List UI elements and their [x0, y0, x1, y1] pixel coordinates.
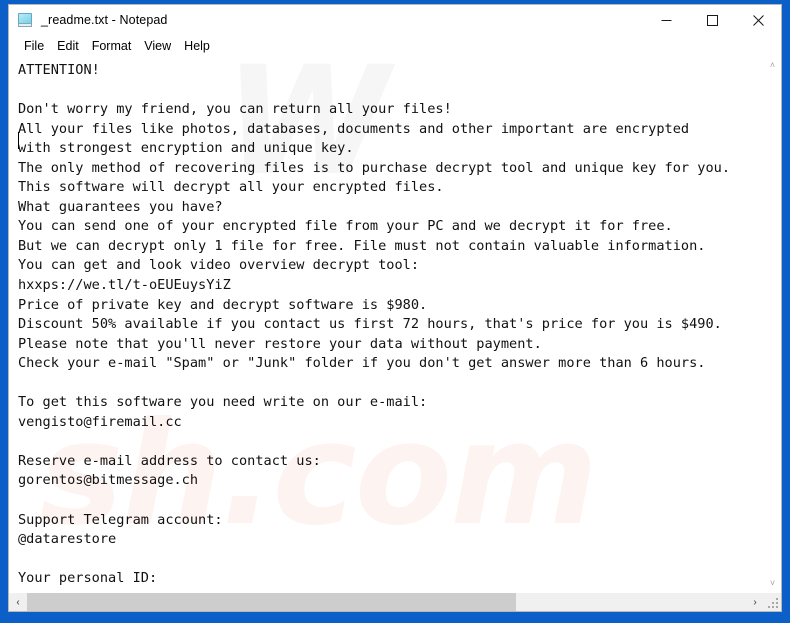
- text-editor[interactable]: W sh.com ATTENTION! Don't worry my frien…: [9, 57, 763, 592]
- ransom-note-text[interactable]: ATTENTION! Don't worry my friend, you ca…: [9, 57, 763, 592]
- minimize-button[interactable]: [643, 5, 689, 35]
- resize-grip-icon[interactable]: [764, 593, 781, 611]
- scroll-left-icon[interactable]: ‹: [9, 593, 27, 611]
- desktop-background: _readme.txt - Notepad File Edit Format V…: [0, 0, 790, 623]
- maximize-button[interactable]: [689, 5, 735, 35]
- window-title: _readme.txt - Notepad: [41, 13, 168, 27]
- horizontal-scroll-track[interactable]: [27, 593, 746, 611]
- scroll-down-icon[interactable]: ˅: [764, 575, 781, 592]
- text-caret: [18, 132, 19, 149]
- menu-item-file[interactable]: File: [18, 37, 51, 56]
- scroll-right-icon[interactable]: ›: [746, 593, 764, 611]
- notepad-window: _readme.txt - Notepad File Edit Format V…: [8, 4, 782, 612]
- menu-item-view[interactable]: View: [138, 37, 178, 56]
- notepad-icon: [17, 12, 34, 29]
- horizontal-scrollbar[interactable]: ‹ ›: [9, 592, 781, 611]
- window-controls: [643, 5, 781, 35]
- menu-item-format[interactable]: Format: [86, 37, 139, 56]
- menu-item-edit[interactable]: Edit: [51, 37, 86, 56]
- horizontal-scroll-thumb[interactable]: [27, 593, 516, 611]
- editor-area: W sh.com ATTENTION! Don't worry my frien…: [9, 57, 781, 592]
- vertical-scrollbar[interactable]: ˄ ˅: [763, 57, 781, 592]
- menu-item-help[interactable]: Help: [178, 37, 217, 56]
- title-bar-left: _readme.txt - Notepad: [9, 12, 167, 29]
- close-button[interactable]: [735, 5, 781, 35]
- title-bar[interactable]: _readme.txt - Notepad: [9, 5, 781, 35]
- menu-bar: File Edit Format View Help: [9, 35, 781, 57]
- scroll-up-icon[interactable]: ˄: [764, 57, 781, 74]
